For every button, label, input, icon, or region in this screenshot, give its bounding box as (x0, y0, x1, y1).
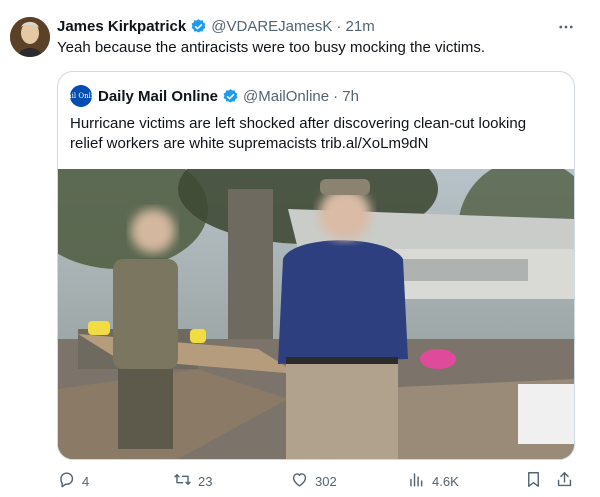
quote-author-name[interactable]: Daily Mail Online (98, 88, 218, 105)
quote-tweet[interactable]: Mail Online Daily Mail Online @MailOnlin… (57, 71, 575, 460)
retweet-button[interactable]: 23 (173, 470, 212, 492)
reply-button[interactable]: 4 (57, 470, 89, 492)
tweet-timestamp[interactable]: · 21m (336, 18, 374, 35)
views-icon (407, 470, 426, 492)
tweet-header: James Kirkpatrick @VDAREJamesK · 21m (57, 16, 375, 36)
reply-count: 4 (82, 473, 90, 489)
quote-author-handle[interactable]: @MailOnline (243, 88, 329, 105)
reply-icon (57, 470, 76, 492)
tweet-text: Yeah because the antiracists were too bu… (57, 39, 485, 56)
share-icon (555, 470, 574, 492)
bookmark-icon (524, 470, 543, 492)
quote-media-photo[interactable] (58, 169, 574, 459)
verified-badge-icon (190, 18, 207, 35)
retweet-icon (173, 470, 192, 492)
quote-header: Mail Online Daily Mail Online @MailOnlin… (60, 85, 359, 107)
quote-avatar[interactable]: Mail Online (60, 85, 102, 107)
author-handle[interactable]: @VDAREJamesK (211, 18, 332, 35)
tweet-actions: 4 23 302 4.6K (57, 470, 577, 492)
avatar[interactable] (10, 17, 50, 57)
verified-badge-icon (222, 88, 239, 105)
like-button[interactable]: 302 (290, 470, 337, 492)
like-count: 302 (315, 473, 337, 489)
tweet[interactable]: James Kirkpatrick @VDAREJamesK · 21m Yea… (0, 0, 600, 497)
quote-timestamp[interactable]: · 7h (333, 88, 359, 105)
more-icon[interactable] (556, 17, 576, 37)
views-count: 4.6K (432, 473, 459, 489)
views-button[interactable]: 4.6K (407, 470, 459, 492)
like-icon (290, 470, 309, 492)
author-name[interactable]: James Kirkpatrick (57, 18, 186, 35)
quote-text: Hurricane victims are left shocked after… (70, 115, 527, 152)
bookmark-button[interactable] (524, 470, 543, 492)
retweet-count: 23 (198, 473, 213, 489)
share-button[interactable] (555, 470, 574, 492)
